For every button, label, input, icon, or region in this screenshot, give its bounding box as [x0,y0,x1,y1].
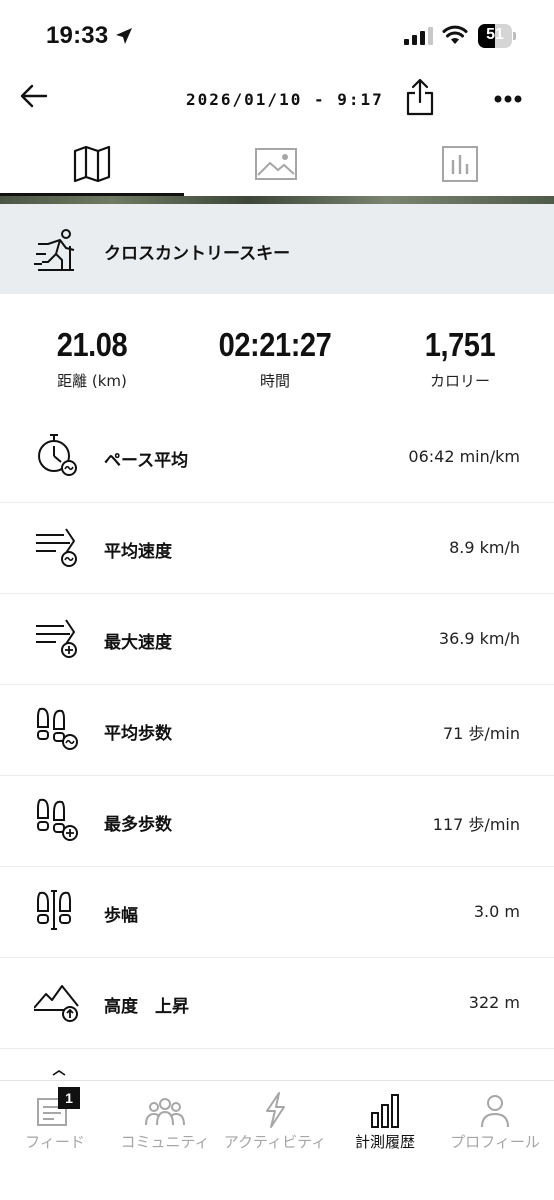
metric-value: 06:42 min/km [408,447,520,466]
metric-row-stride: 歩幅 3.0 m [0,867,554,958]
cross-country-ski-icon [34,229,75,271]
nav-label: 計測履歴 [354,1133,415,1151]
metric-label: 最大速度 [104,633,172,653]
metric-label: 平均歩数 [104,724,172,744]
wifi-icon [442,25,468,44]
back-arrow-icon[interactable] [18,80,50,112]
view-tabs [0,132,554,196]
stat-duration: 02:21:27 時間 [185,326,365,391]
metric-label: 最多歩数 [104,815,172,835]
stat-distance: 21.08 距離 (km) [2,326,182,391]
stat-calories: 1,751 カロリー [370,326,550,391]
nav-item-community[interactable]: コミュニティ [110,1081,220,1200]
steps-max-icon [37,798,78,841]
image-icon [255,148,297,180]
profile-icon [481,1095,509,1128]
elevation-gain-icon [34,985,79,1022]
speed-average-icon [36,528,77,567]
metric-value: 36.9 km/h [438,629,520,648]
stat-value: 21.08 [56,326,128,363]
nav-label: コミュニティ [120,1133,210,1151]
notification-badge: 1 [58,1087,80,1109]
status-time: 19:33 [46,22,109,49]
history-bars-icon [371,1094,399,1128]
metric-label: ペース平均 [104,451,189,471]
metric-row-max-speed: 最大速度 36.9 km/h [0,594,554,685]
speed-max-icon [36,619,77,658]
metric-value: 3.0 m [473,902,520,921]
stat-value: 1,751 [424,326,496,363]
share-icon[interactable] [404,78,436,116]
status-bar: 19:33 51 [0,0,554,74]
bottom-navigation: 1 フィード コミュニティ アクティビティ 計測履歴 プロフィール [0,1080,554,1200]
chevron-up-icon [52,1070,66,1076]
metric-row-elevation-gain: 高度 上昇 322 m [0,958,554,1049]
metric-label: 高度 上昇 [104,997,189,1017]
metric-row-average-speed: 平均速度 8.9 km/h [0,503,554,594]
metric-row-average-pace: ペース平均 06:42 min/km [0,412,554,503]
nav-label: アクティビティ [223,1133,327,1151]
metric-label: 平均速度 [104,542,172,562]
metric-row-average-cadence: 平均歩数 71 歩/min [0,685,554,776]
metric-label: 歩幅 [104,906,138,926]
metric-value: 117 歩/min [432,815,520,834]
metric-value: 8.9 km/h [449,538,520,557]
nav-item-profile[interactable]: プロフィール [440,1081,550,1200]
chart-icon [442,146,478,182]
stat-value: 02:21:27 [218,326,332,363]
tab-map[interactable] [0,132,184,196]
community-icon [145,1098,185,1126]
nav-item-history[interactable]: 計測履歴 [330,1081,440,1200]
nav-label: プロフィール [450,1133,540,1151]
map-preview-edge [0,196,554,204]
activity-bolt-icon [266,1092,285,1128]
battery-percent: 51 [486,26,504,43]
stride-icon [37,890,71,930]
stat-label: 時間 [259,372,290,390]
stat-label: 距離 (km) [57,372,127,390]
nav-label: フィード [25,1133,85,1151]
cellular-signal-icon [404,27,433,45]
location-arrow-icon [116,28,132,44]
nav-item-feed[interactable]: 1 フィード [0,1081,110,1200]
activity-name: クロスカントリースキー [104,244,291,264]
metric-row-max-cadence: 最多歩数 117 歩/min [0,776,554,867]
activity-type-banner: クロスカントリースキー [0,204,554,294]
metric-value: 322 m [468,993,520,1012]
summary-stats: 21.08 距離 (km) 02:21:27 時間 1,751 カロリー [0,326,554,396]
metrics-list: ペース平均 06:42 min/km 平均速度 8.9 km/h 最大速度 36… [0,412,554,1049]
battery-indicator: 51 [478,24,516,48]
tab-charts[interactable] [368,132,552,196]
metric-value: 71 歩/min [442,724,520,743]
page-title: 2026/01/10 - 9:17 [186,90,384,109]
map-icon [73,146,111,182]
tab-photos[interactable] [184,132,368,196]
app-header: 2026/01/10 - 9:17 [0,74,554,128]
nav-item-activity[interactable]: アクティビティ [220,1081,330,1200]
stopwatch-average-icon [38,434,77,476]
stat-label: カロリー [429,372,490,390]
steps-average-icon [37,707,78,750]
more-options-icon[interactable] [494,94,522,104]
